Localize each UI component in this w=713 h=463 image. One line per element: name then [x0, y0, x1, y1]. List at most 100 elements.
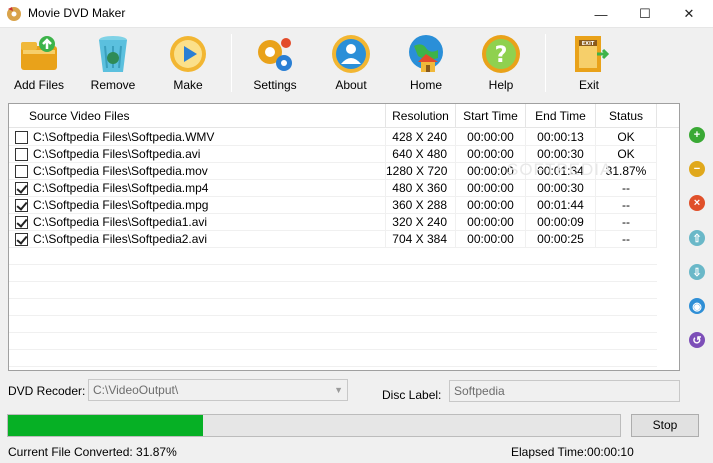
column-header-start-time[interactable]: Start Time [456, 104, 526, 128]
cell-status: OK [596, 129, 657, 146]
svg-text:?: ? [495, 43, 508, 68]
cell-resolution: 640 X 480 [386, 146, 456, 163]
cell-resolution: 320 X 240 [386, 214, 456, 231]
title-bar: Movie DVD Maker — ☐ ✕ [0, 0, 713, 28]
conversion-progress-bar [7, 414, 621, 437]
cell-resolution: 428 X 240 [386, 129, 456, 146]
column-header-source[interactable]: Source Video Files [9, 104, 386, 128]
settings-label: Settings [253, 78, 297, 92]
move-down-icon[interactable]: ⇩ [689, 264, 705, 280]
add-files-label: Add Files [13, 78, 65, 92]
cell-resolution: 1280 X 720 [386, 163, 456, 180]
close-button[interactable]: ✕ [667, 0, 711, 28]
stop-button[interactable]: Stop [631, 414, 699, 437]
watermark: SOFTPEDIA [507, 160, 613, 179]
row-grid-line [9, 281, 657, 282]
cell-resolution: 480 X 360 [386, 180, 456, 197]
cell-resolution: 704 X 384 [386, 231, 456, 248]
column-header-status[interactable]: Status [596, 104, 657, 128]
row-grid-line [9, 332, 657, 333]
cell-start-time: 00:00:00 [456, 129, 526, 146]
exit-label: Exit [578, 78, 599, 92]
move-up-icon[interactable]: ⇧ [689, 230, 705, 246]
add-files-button[interactable]: Add Files [8, 32, 70, 96]
cell-end-time: 00:00:30 [526, 180, 596, 197]
settings-icon[interactable]: ◉ [689, 298, 705, 314]
add-icon[interactable]: + [689, 127, 705, 143]
minimize-button[interactable]: — [579, 0, 623, 28]
about-button[interactable]: About [320, 32, 382, 96]
make-label: Make [173, 78, 203, 92]
help-label: Help [488, 78, 514, 92]
list-header: Source Video Files Resolution Start Time… [9, 104, 679, 128]
cell-status: -- [596, 214, 657, 231]
disc-label-field[interactable]: Softpedia [449, 380, 680, 402]
cell-status: -- [596, 231, 657, 248]
row-grid-line [9, 264, 657, 265]
recycle-bin-icon [99, 36, 127, 72]
home-globe-icon [409, 35, 443, 72]
maximize-button[interactable]: ☐ [623, 0, 667, 28]
delete-icon[interactable]: × [689, 195, 705, 211]
dvd-recorder-value: C:\VideoOutput\ [93, 383, 179, 397]
file-list[interactable]: Source Video Files Resolution Start Time… [8, 103, 680, 371]
cell-file: C:\Softpedia Files\Softpedia.mov [9, 163, 386, 180]
cell-status: -- [596, 180, 657, 197]
cell-file: C:\Softpedia Files\Softpedia.WMV [9, 129, 386, 146]
cell-status: -- [596, 197, 657, 214]
app-icon [6, 6, 22, 22]
toolbar: Add Files Remove Make Settings About Hom… [0, 28, 713, 98]
help-button[interactable]: ? Help [470, 32, 532, 96]
cell-start-time: 00:00:00 [456, 214, 526, 231]
window-title: Movie DVD Maker [28, 6, 126, 20]
cell-end-time: 00:01:44 [526, 197, 596, 214]
cell-file: C:\Softpedia Files\Softpedia.avi [9, 146, 386, 163]
home-label: Home [409, 78, 442, 92]
current-file-converted: Current File Converted: 31.87% [8, 445, 177, 459]
table-row[interactable]: C:\Softpedia Files\Softpedia1.avi 320 X 2… [9, 214, 679, 231]
remove-icon[interactable]: − [689, 161, 705, 177]
cell-resolution: 360 X 288 [386, 197, 456, 214]
table-row[interactable]: C:\Softpedia Files\Softpedia.mpg 360 X 28… [9, 197, 679, 214]
cell-file: C:\Softpedia Files\Softpedia.mp4 [9, 180, 386, 197]
table-row[interactable]: C:\Softpedia Files\Softpedia.WMV 428 X 24… [9, 129, 679, 146]
exit-badge: EXIT [582, 41, 595, 47]
refresh-icon[interactable]: ↺ [689, 332, 705, 348]
row-grid-line [9, 315, 657, 316]
cell-end-time: 00:00:25 [526, 231, 596, 248]
make-button[interactable]: Make [157, 32, 219, 96]
column-header-end-time[interactable]: End Time [526, 104, 596, 128]
chevron-down-icon[interactable]: ▼ [334, 380, 343, 400]
dvd-recorder-label: DVD Recoder: [8, 384, 86, 398]
cell-start-time: 00:00:00 [456, 180, 526, 197]
cell-end-time: 00:00:09 [526, 214, 596, 231]
row-grid-line [9, 298, 657, 299]
table-row[interactable]: C:\Softpedia Files\Softpedia.mp4 480 X 36… [9, 180, 679, 197]
row-grid-line [9, 366, 657, 367]
row-grid-line [9, 349, 657, 350]
disc-label-value: Softpedia [454, 384, 505, 398]
user-info-icon [332, 35, 370, 73]
settings-button[interactable]: Settings [244, 32, 306, 96]
dvd-recorder-combo[interactable]: C:\VideoOutput\ ▼ [88, 379, 348, 401]
column-header-resolution[interactable]: Resolution [386, 104, 456, 128]
exit-door-icon: EXIT [575, 36, 610, 72]
cell-start-time: 00:00:00 [456, 197, 526, 214]
play-icon [170, 36, 206, 72]
help-icon: ? [482, 35, 520, 73]
progress-fill [8, 415, 204, 436]
gears-icon [258, 38, 292, 71]
remove-button[interactable]: Remove [82, 32, 144, 96]
table-row[interactable]: C:\Softpedia Files\Softpedia2.avi 704 X 3… [9, 231, 679, 248]
elapsed-time: Elapsed Time:00:00:10 [511, 445, 634, 459]
toolbar-separator [545, 34, 546, 92]
exit-button[interactable]: EXIT Exit [558, 32, 620, 96]
disc-label-label: Disc Label: [382, 388, 442, 402]
cell-end-time: 00:00:13 [526, 129, 596, 146]
cell-file: C:\Softpedia Files\Softpedia2.avi [9, 231, 386, 248]
remove-label: Remove [90, 78, 136, 92]
cell-file: C:\Softpedia Files\Softpedia.mpg [9, 197, 386, 214]
cell-file: C:\Softpedia Files\Softpedia1.avi [9, 214, 386, 231]
home-button[interactable]: Home [395, 32, 457, 96]
folder-add-icon [21, 36, 57, 70]
